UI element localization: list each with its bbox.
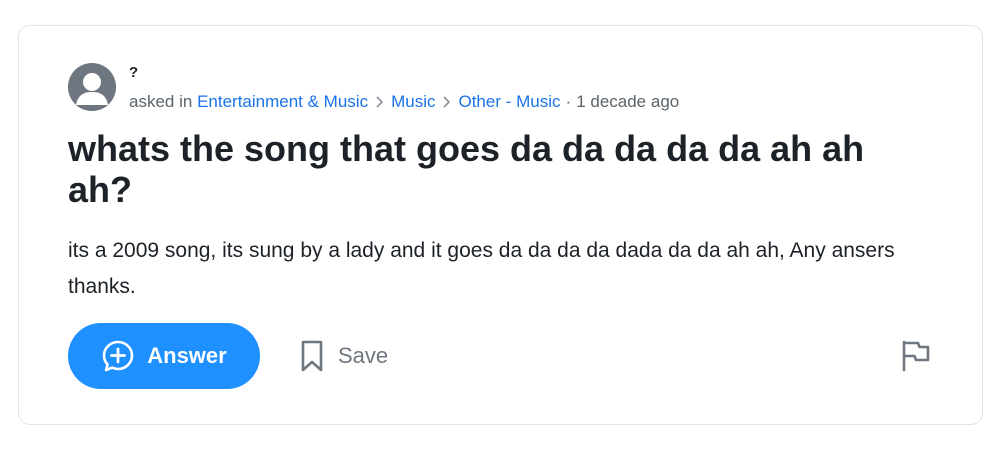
breadcrumb-category-music[interactable]: Music — [391, 92, 435, 112]
question-time: 1 decade ago — [576, 92, 680, 111]
answer-button[interactable]: Answer — [68, 323, 260, 389]
breadcrumb-category-other-music[interactable]: Other - Music — [458, 92, 560, 112]
report-flag-button[interactable] — [899, 338, 933, 372]
save-button[interactable]: Save — [300, 336, 388, 376]
plus-speech-bubble-icon — [102, 340, 134, 372]
question-title: whats the song that goes da da da da da … — [68, 128, 865, 210]
asked-in-label: asked in — [129, 92, 193, 111]
question-body: its a 2009 song, its sung by a lady and … — [68, 239, 895, 298]
flag-icon — [902, 340, 930, 372]
chevron-right-icon — [443, 96, 451, 108]
asker-name[interactable]: ? — [129, 64, 138, 81]
question-meta: asked in Entertainment & Music Music Oth… — [129, 92, 679, 112]
answer-button-label: Answer — [147, 343, 227, 368]
chevron-right-icon — [376, 96, 384, 108]
question-card: ? asked in Entertainment & Music Music O… — [18, 25, 983, 425]
save-button-label: Save — [338, 343, 389, 368]
bookmark-icon — [301, 340, 323, 372]
breadcrumb-category-entertainment-music[interactable]: Entertainment & Music — [197, 92, 368, 112]
meta-separator: · — [565, 92, 572, 111]
user-avatar-icon[interactable] — [68, 63, 116, 111]
